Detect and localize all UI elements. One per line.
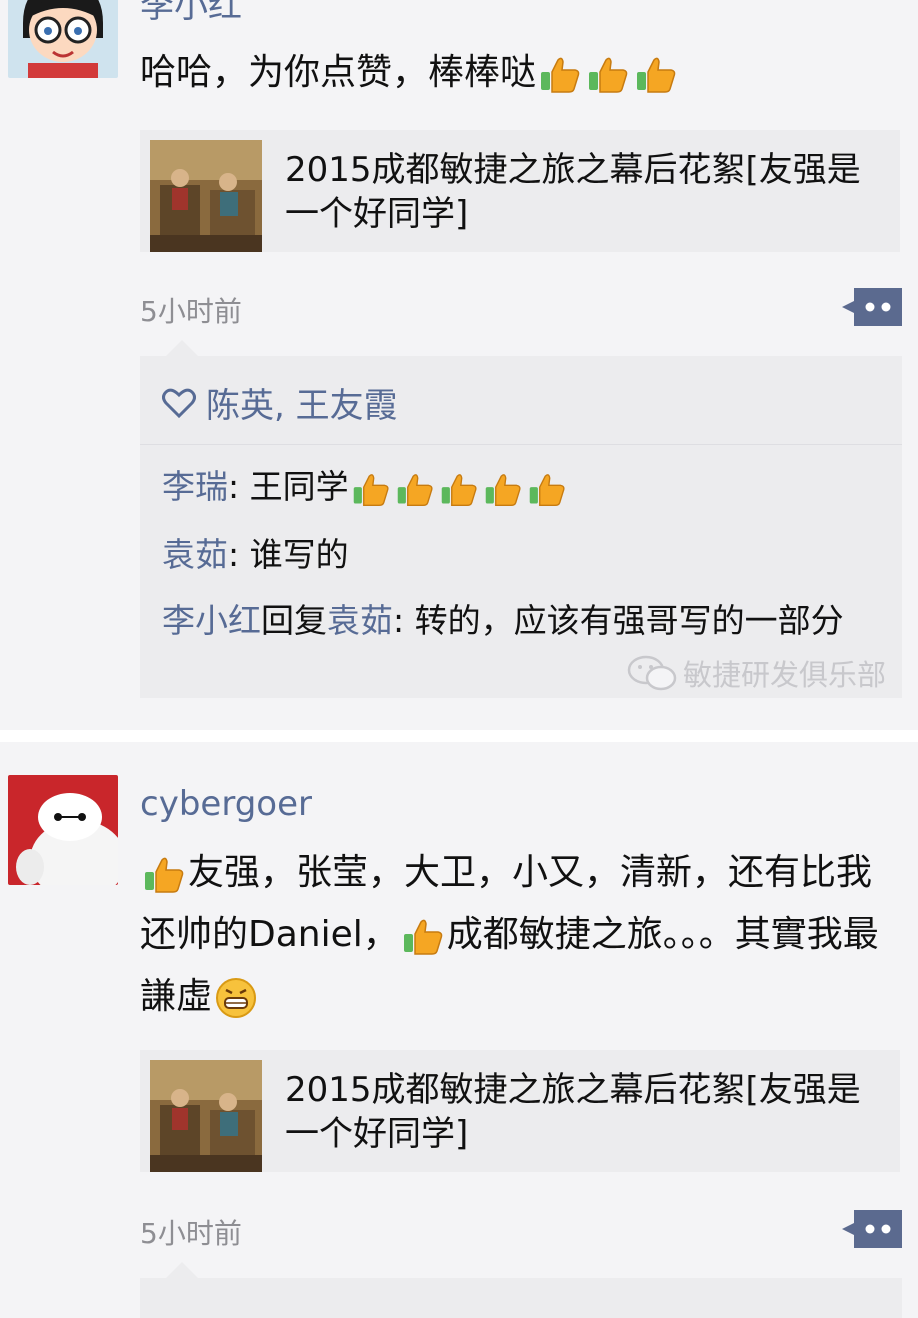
- comments-panel: 陈英, 王友霞 李瑞: 王同学 袁茹: 谁写的 李小红回复袁茹: 转的，应该有强…: [140, 340, 902, 698]
- comment-item[interactable]: 袁茹: 谁写的: [162, 532, 892, 578]
- avatar[interactable]: [8, 775, 118, 885]
- watermark-text: 敏捷研发俱乐部: [682, 658, 886, 692]
- moment-post: 李小红 哈哈，为你点赞，棒棒哒 2015成都敏捷之旅之幕后花絮[友强是一个好同学…: [0, 0, 918, 730]
- author-name[interactable]: 李小红: [140, 0, 242, 27]
- shared-link-card[interactable]: 2015成都敏捷之旅之幕后花絮[友强是一个好同学]: [140, 130, 900, 252]
- post-text: 友强，张莹，大卫，小又，清新，还有比我还帅的Daniel， 成都敏捷之旅。。。其實…: [140, 842, 885, 1028]
- link-thumbnail: [150, 1060, 262, 1172]
- heart-icon: [162, 387, 206, 419]
- wechat-icon: [627, 654, 683, 692]
- post-text-body: 哈哈，为你点赞，棒棒哒: [140, 52, 537, 93]
- reply-word: 回复: [261, 601, 327, 640]
- avatar[interactable]: [8, 0, 118, 78]
- comment-author[interactable]: 李瑞: [162, 467, 228, 506]
- thumbs-up-icon: [395, 469, 435, 509]
- grin-icon: [214, 976, 258, 1020]
- watermark: 敏捷研发俱乐部: [627, 652, 886, 694]
- post-text: 哈哈，为你点赞，棒棒哒: [140, 42, 885, 104]
- likes-row[interactable]: 陈英, 王友霞: [162, 378, 398, 427]
- thumbs-up-icon: [439, 469, 479, 509]
- more-comment-icon[interactable]: [842, 288, 902, 326]
- reply-target[interactable]: 袁茹: [327, 601, 393, 640]
- shared-link-card[interactable]: 2015成都敏捷之旅之幕后花絮[友强是一个好同学]: [140, 1050, 900, 1172]
- more-comment-icon[interactable]: [842, 1210, 902, 1248]
- author-name[interactable]: cybergoer: [140, 784, 312, 824]
- comments-panel: [140, 1262, 902, 1318]
- comment-author[interactable]: 袁茹: [162, 535, 228, 574]
- comment-text: 王同学: [249, 467, 349, 506]
- post-time: 5小时前: [140, 1217, 242, 1250]
- comment-text: 谁写的: [249, 535, 349, 574]
- thumbs-up-icon: [401, 914, 445, 958]
- link-thumbnail: [150, 140, 262, 252]
- moment-post: cybergoer 友强，张莹，大卫，小又，清新，还有比我还帅的Daniel，成…: [0, 742, 918, 1318]
- divider: [140, 444, 902, 445]
- post-time: 5小时前: [140, 295, 242, 328]
- comment-author[interactable]: 李小红: [162, 601, 261, 640]
- link-title: 2015成都敏捷之旅之幕后花絮[友强是一个好同学]: [285, 150, 861, 234]
- comment-item[interactable]: 李小红回复袁茹: 转的，应该有强哥写的一部分: [162, 598, 892, 644]
- thumbs-up-icon: [483, 469, 523, 509]
- thumbs-up-icon: [527, 469, 567, 509]
- thumbs-up-icon: [538, 52, 582, 96]
- likes-names: 陈英, 王友霞: [206, 386, 398, 426]
- comment-text: 转的，应该有强哥写的一部分: [414, 601, 844, 640]
- thumbs-up-icon: [351, 469, 391, 509]
- thumbs-up-icon: [142, 852, 186, 896]
- thumbs-up-icon: [586, 52, 630, 96]
- comment-item[interactable]: 李瑞: 王同学: [162, 464, 892, 510]
- thumbs-up-icon: [634, 52, 678, 96]
- link-title: 2015成都敏捷之旅之幕后花絮[友强是一个好同学]: [285, 1070, 861, 1154]
- post-separator: [0, 730, 918, 742]
